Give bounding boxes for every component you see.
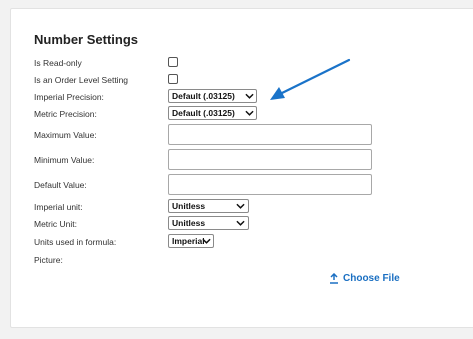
metric-precision-label: Metric Precision:	[34, 109, 97, 119]
section-title: Number Settings	[34, 32, 139, 47]
imperial-precision-label: Imperial Precision:	[34, 92, 104, 102]
chevron-down-icon	[236, 203, 245, 209]
units-formula-label: Units used in formula:	[34, 237, 117, 247]
chevron-down-icon	[236, 220, 245, 226]
units-formula-select[interactable]: Imperial	[168, 234, 214, 248]
min-value-label: Minimum Value:	[34, 155, 95, 165]
units-formula-value: Imperial	[172, 236, 205, 246]
max-value-input[interactable]	[168, 124, 372, 145]
upload-icon	[330, 273, 338, 284]
imperial-unit-label: Imperial unit:	[34, 202, 83, 212]
metric-precision-value: Default (.03125)	[172, 108, 235, 118]
max-value-label: Maximum Value:	[34, 130, 97, 140]
chevron-down-icon	[245, 93, 254, 99]
picture-label: Picture:	[34, 255, 63, 265]
chevron-down-icon	[202, 238, 211, 244]
choose-file-button[interactable]: Choose File	[330, 273, 400, 284]
metric-precision-select[interactable]: Default (.03125)	[168, 106, 257, 120]
imperial-unit-select[interactable]: Unitless	[168, 199, 249, 213]
imperial-precision-select[interactable]: Default (.03125)	[168, 89, 257, 103]
metric-unit-value: Unitless	[172, 218, 206, 228]
metric-unit-label: Metric Unit:	[34, 219, 77, 229]
min-value-input[interactable]	[168, 149, 372, 170]
metric-unit-select[interactable]: Unitless	[168, 216, 249, 230]
default-value-label: Default Value:	[34, 180, 87, 190]
read-only-label: Is Read-only	[34, 58, 82, 68]
chevron-down-icon	[245, 110, 254, 116]
imperial-precision-value: Default (.03125)	[172, 91, 235, 101]
imperial-unit-value: Unitless	[172, 201, 206, 211]
default-value-input[interactable]	[168, 174, 372, 195]
choose-file-label: Choose File	[343, 273, 400, 284]
read-only-checkbox[interactable]	[168, 57, 178, 67]
order-level-checkbox[interactable]	[168, 74, 178, 84]
order-level-label: Is an Order Level Setting	[34, 75, 129, 85]
